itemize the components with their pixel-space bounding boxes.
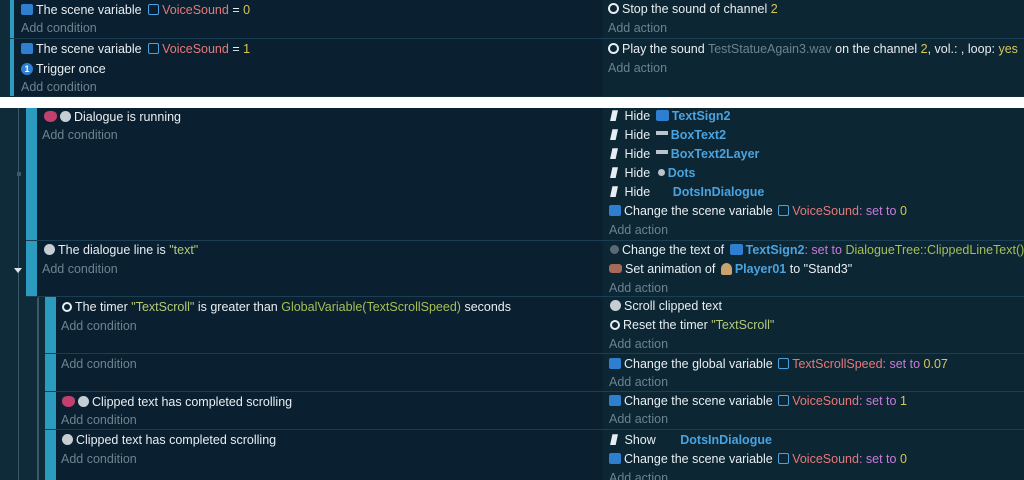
event-bar[interactable] [10,39,14,96]
event-bar[interactable] [45,430,56,480]
action[interactable]: Show DotsInDialogue [610,431,772,450]
add-condition-link[interactable]: Add condition [61,317,137,336]
global-variable-icon [778,358,790,370]
add-condition-link[interactable]: Add condition [42,260,118,279]
condition[interactable]: Dialogue is running [44,108,181,127]
event-bar[interactable] [45,392,56,429]
action[interactable]: Stop the sound of channel 2 [608,0,778,19]
action[interactable]: Hide BoxText2Layer [610,145,759,164]
condition[interactable]: 1 Trigger once [21,60,106,79]
action[interactable]: Change the scene variable VoiceSound: se… [609,392,907,411]
action[interactable]: Hide DotsInDialogue [610,183,764,202]
hide-icon [610,186,618,198]
timer-icon [62,301,72,312]
add-condition-link[interactable]: Add condition [61,355,137,374]
variable-icon [609,358,621,370]
animation-icon [609,264,622,274]
condition[interactable]: Clipped text has completed scrolling [62,431,276,450]
event-row[interactable]: Clipped text has completed scrolling Add… [0,430,1024,480]
variable-icon [609,453,621,465]
dialogue-icon [78,396,89,408]
inverted-condition-icon [62,396,75,408]
event-bar[interactable] [45,297,56,353]
event-row[interactable]: Dialogue is running Add condition Hide T… [0,108,1024,240]
add-action-link[interactable]: Add action [608,19,667,38]
text-object-icon [655,110,669,122]
timer-icon [610,319,620,330]
audio-icon [608,43,619,55]
text-object-icon [729,244,743,256]
add-action-link[interactable]: Add action [609,373,668,392]
dialogue-icon [44,244,55,256]
action[interactable]: Set animation of Player01 to "Stand3" [609,260,852,279]
add-action-link[interactable]: Add action [608,59,667,78]
event-row[interactable]: Add condition Change the global variable… [0,354,1024,391]
add-condition-link[interactable]: Add condition [21,19,97,38]
event-bar[interactable] [26,241,37,296]
variable-icon [21,43,33,55]
scene-variable-icon [778,453,790,465]
add-action-link[interactable]: Add action [609,410,668,429]
condition[interactable]: The dialogue line is "text" [44,241,198,260]
action[interactable]: Change the scene variable VoiceSound: se… [609,202,907,221]
variable-icon [609,205,621,217]
show-icon [610,434,618,446]
trigger-once-icon: 1 [21,62,33,75]
variable-icon [609,395,621,407]
hide-icon [610,129,618,141]
hide-icon [610,167,618,179]
event-bar[interactable] [26,108,37,240]
dot-object-icon [657,169,665,177]
add-condition-link[interactable]: Add condition [21,78,97,97]
action[interactable]: Scroll clipped text [610,297,722,316]
audio-icon [608,3,619,15]
event-row[interactable]: The scene variable VoiceSound = 1 1 Trigg… [0,39,1024,96]
action[interactable]: Change the global variable TextScrollSpe… [609,355,948,374]
action[interactable]: Change the text of TextSign2: set to Dia… [610,241,1024,260]
condition[interactable]: Clipped text has completed scrolling [62,393,292,412]
inverted-condition-icon [44,111,57,123]
sprite-object-icon [655,149,668,154]
object-icon [663,434,677,445]
object-icon [656,186,670,197]
add-action-link[interactable]: Add action [609,221,668,240]
condition[interactable]: The scene variable VoiceSound = 1 [21,40,250,59]
event-bar[interactable] [10,0,14,38]
add-condition-link[interactable]: Add condition [42,126,118,145]
event-row[interactable]: Clipped text has completed scrolling Add… [0,392,1024,429]
event-row[interactable]: The timer "TextScroll" is greater than G… [0,297,1024,353]
condition[interactable]: The scene variable VoiceSound = 0 [21,1,250,20]
scene-variable-icon [148,4,160,16]
add-action-link[interactable]: Add action [609,469,668,480]
event-row[interactable]: The scene variable VoiceSound = 0 Add co… [0,0,1024,38]
scene-variable-icon [778,395,790,407]
sprite-object-icon [655,130,668,135]
event-bar[interactable] [45,354,56,391]
action[interactable]: Reset the timer "TextScroll" [610,316,774,335]
action[interactable]: Hide Dots [610,164,695,183]
add-condition-link[interactable]: Add condition [61,450,137,469]
screenshot-divider [0,97,1024,108]
condition[interactable]: The timer "TextScroll" is greater than G… [62,298,511,317]
text-action-icon [610,245,619,255]
action[interactable]: Hide BoxText2 [610,126,726,145]
add-action-link[interactable]: Add action [609,335,668,354]
dialogue-icon [60,111,71,123]
event-row[interactable]: The dialogue line is "text" Add conditio… [0,241,1024,296]
add-condition-link[interactable]: Add condition [61,411,137,430]
dialogue-icon [62,434,73,446]
action[interactable]: Hide TextSign2 [610,107,731,126]
hide-icon [610,148,618,160]
scene-variable-icon [148,43,160,55]
variable-icon [21,4,33,16]
action[interactable]: Play the sound TestStatueAgain3.wav on t… [608,40,1018,59]
hide-icon [610,110,618,122]
dialogue-icon [610,300,621,312]
scene-variable-icon [778,205,790,217]
action[interactable]: Change the scene variable VoiceSound: se… [609,450,907,469]
player-icon [720,262,732,275]
